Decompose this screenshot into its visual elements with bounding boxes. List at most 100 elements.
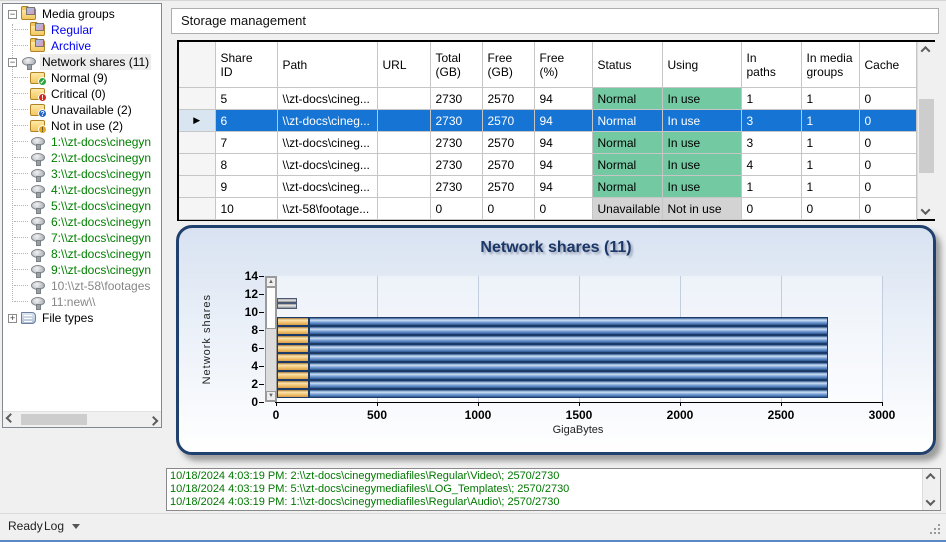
tree-item-9-zt-docs-cinegyn[interactable]: 9:\\zt-docs\cinegyn [3,262,161,278]
row-selector-cell[interactable] [179,197,216,220]
cell-url[interactable] [377,175,431,198]
cell-url[interactable] [377,109,431,132]
cell-free_gb[interactable]: 2570 [482,87,535,110]
tree-item-archive[interactable]: Archive [3,38,161,54]
log-vertical-scrollbar[interactable] [922,469,940,510]
tree-item-2-zt-docs-cinegyn[interactable]: 2:\\zt-docs\cinegyn [3,150,161,166]
tree-item-4-zt-docs-cinegyn[interactable]: 4:\\zt-docs\cinegyn [3,182,161,198]
cell-status[interactable]: Normal [592,153,663,176]
column-header-url[interactable]: URL [377,42,431,88]
resize-grip[interactable] [930,524,932,526]
cell-share_id[interactable]: 7 [215,131,278,154]
cell-total_gb[interactable]: 2730 [430,153,483,176]
cell-in_media_groups[interactable]: 1 [801,153,860,176]
cell-using[interactable]: In use [662,175,742,198]
cell-cache[interactable]: 0 [859,153,917,176]
column-header-share_id[interactable]: Share ID [215,42,278,88]
cell-in_paths[interactable]: 1 [741,87,802,110]
tree-hscroll-thumb[interactable] [21,414,87,425]
tree-item-regular[interactable]: Regular [3,22,161,38]
chart-scroll-up-button[interactable]: ▲ [266,277,276,287]
cell-free_pct[interactable]: 94 [534,175,593,198]
scroll-down-button[interactable] [918,204,933,219]
tree-item-media-groups[interactable]: − Media groups [3,6,161,22]
cell-status[interactable]: Normal [592,109,663,132]
cell-in_paths[interactable]: 4 [741,153,802,176]
cell-cache[interactable]: 0 [859,131,917,154]
cell-url[interactable] [377,197,431,220]
tree-item-critical-0[interactable]: ! Critical (0) [3,86,161,102]
cell-path[interactable]: \\zt-docs\cineg... [277,175,378,198]
cell-total_gb[interactable]: 2730 [430,87,483,110]
column-header-in_paths[interactable]: In paths [741,42,802,88]
cell-share_id[interactable]: 8 [215,153,278,176]
column-header-row-selector[interactable] [179,42,216,88]
cell-path[interactable]: \\zt-docs\cineg... [277,109,378,132]
table-row-share-9[interactable]: 9 \\zt-docs\cineg... 2730 2570 94 Normal In us… [179,175,917,198]
cell-free_gb[interactable]: 2570 [482,175,535,198]
cell-cache[interactable]: 0 [859,197,917,220]
cell-free_gb[interactable]: 0 [482,197,535,220]
cell-free_gb[interactable]: 2570 [482,131,535,154]
cell-share_id[interactable]: 5 [215,87,278,110]
collapse-icon[interactable]: − [8,57,17,67]
cell-in_media_groups[interactable]: 0 [801,197,860,220]
cell-status[interactable]: Normal [592,175,663,198]
table-row-share-10[interactable]: 10 \\zt-58\footage... 0 0 0 Unavailable Not in… [179,197,917,220]
cell-cache[interactable]: 0 [859,109,917,132]
cell-in_paths[interactable]: 1 [741,175,802,198]
column-header-free_pct[interactable]: Free (%) [534,42,593,88]
scroll-right-button[interactable] [146,412,161,427]
cell-in_paths[interactable]: 3 [741,131,802,154]
cell-total_gb[interactable]: 2730 [430,175,483,198]
row-selector-cell[interactable] [179,87,216,110]
chart-scroll-down-button[interactable]: ▼ [266,391,276,401]
table-vertical-scrollbar[interactable] [916,42,935,219]
tree-item-6-zt-docs-cinegyn[interactable]: 6:\\zt-docs\cinegyn [3,214,161,230]
cell-in_media_groups[interactable]: 1 [801,109,860,132]
tree-item-7-zt-docs-cinegyn[interactable]: 7:\\zt-docs\cinegyn [3,230,161,246]
cell-share_id[interactable]: 6 [215,109,278,132]
tree-item-11-new[interactable]: 11:new\\ [3,294,161,310]
cell-path[interactable]: \\zt-58\footage... [277,197,378,220]
column-header-cache[interactable]: Cache [859,42,917,88]
expand-icon[interactable]: + [8,313,17,323]
log-menu-button[interactable]: Log [44,519,81,533]
scroll-left-button[interactable] [3,412,18,427]
column-header-using[interactable]: Using [662,42,742,88]
cell-total_gb[interactable]: 2730 [430,109,483,132]
tree-item-file-types[interactable]: + File types [3,310,161,326]
cell-using[interactable]: In use [662,87,742,110]
cell-free_pct[interactable]: 94 [534,87,593,110]
cell-using[interactable]: In use [662,131,742,154]
scroll-down-button[interactable] [923,495,938,510]
cell-status[interactable]: Normal [592,87,663,110]
tree-horizontal-scrollbar[interactable] [3,411,161,427]
cell-free_pct[interactable]: 94 [534,109,593,132]
scroll-up-button[interactable] [918,42,933,57]
tree-item-unavailable-2[interactable]: ? Unavailable (2) [3,102,161,118]
column-header-path[interactable]: Path [277,42,378,88]
tree-item-1-zt-docs-cinegyn[interactable]: 1:\\zt-docs\cinegyn [3,134,161,150]
cell-in_paths[interactable]: 0 [741,197,802,220]
column-header-in_media_groups[interactable]: In media groups [801,42,860,88]
cell-free_gb[interactable]: 2570 [482,153,535,176]
table-row-share-5[interactable]: 5 \\zt-docs\cineg... 2730 2570 94 Normal In us… [179,87,917,110]
cell-path[interactable]: \\zt-docs\cineg... [277,153,378,176]
tree-item-10-zt-58-footages[interactable]: 10:\\zt-58\footages [3,278,161,294]
cell-in_paths[interactable]: 3 [741,109,802,132]
row-selector-cell[interactable] [179,153,216,176]
cell-url[interactable] [377,153,431,176]
tree-item-network-shares-11[interactable]: − Network shares (11) [3,54,161,70]
cell-status[interactable]: Unavailable [592,197,663,220]
cell-url[interactable] [377,87,431,110]
cell-in_media_groups[interactable]: 1 [801,131,860,154]
cell-path[interactable]: \\zt-docs\cineg... [277,87,378,110]
cell-share_id[interactable]: 10 [215,197,278,220]
scroll-up-button[interactable] [923,469,938,484]
cell-using[interactable]: In use [662,109,742,132]
cell-using[interactable]: In use [662,153,742,176]
table-row-share-7[interactable]: 7 \\zt-docs\cineg... 2730 2570 94 Normal In us… [179,131,917,154]
tree-item-3-zt-docs-cinegyn[interactable]: 3:\\zt-docs\cinegyn [3,166,161,182]
table-row-share-8[interactable]: 8 \\zt-docs\cineg... 2730 2570 94 Normal In us… [179,153,917,176]
